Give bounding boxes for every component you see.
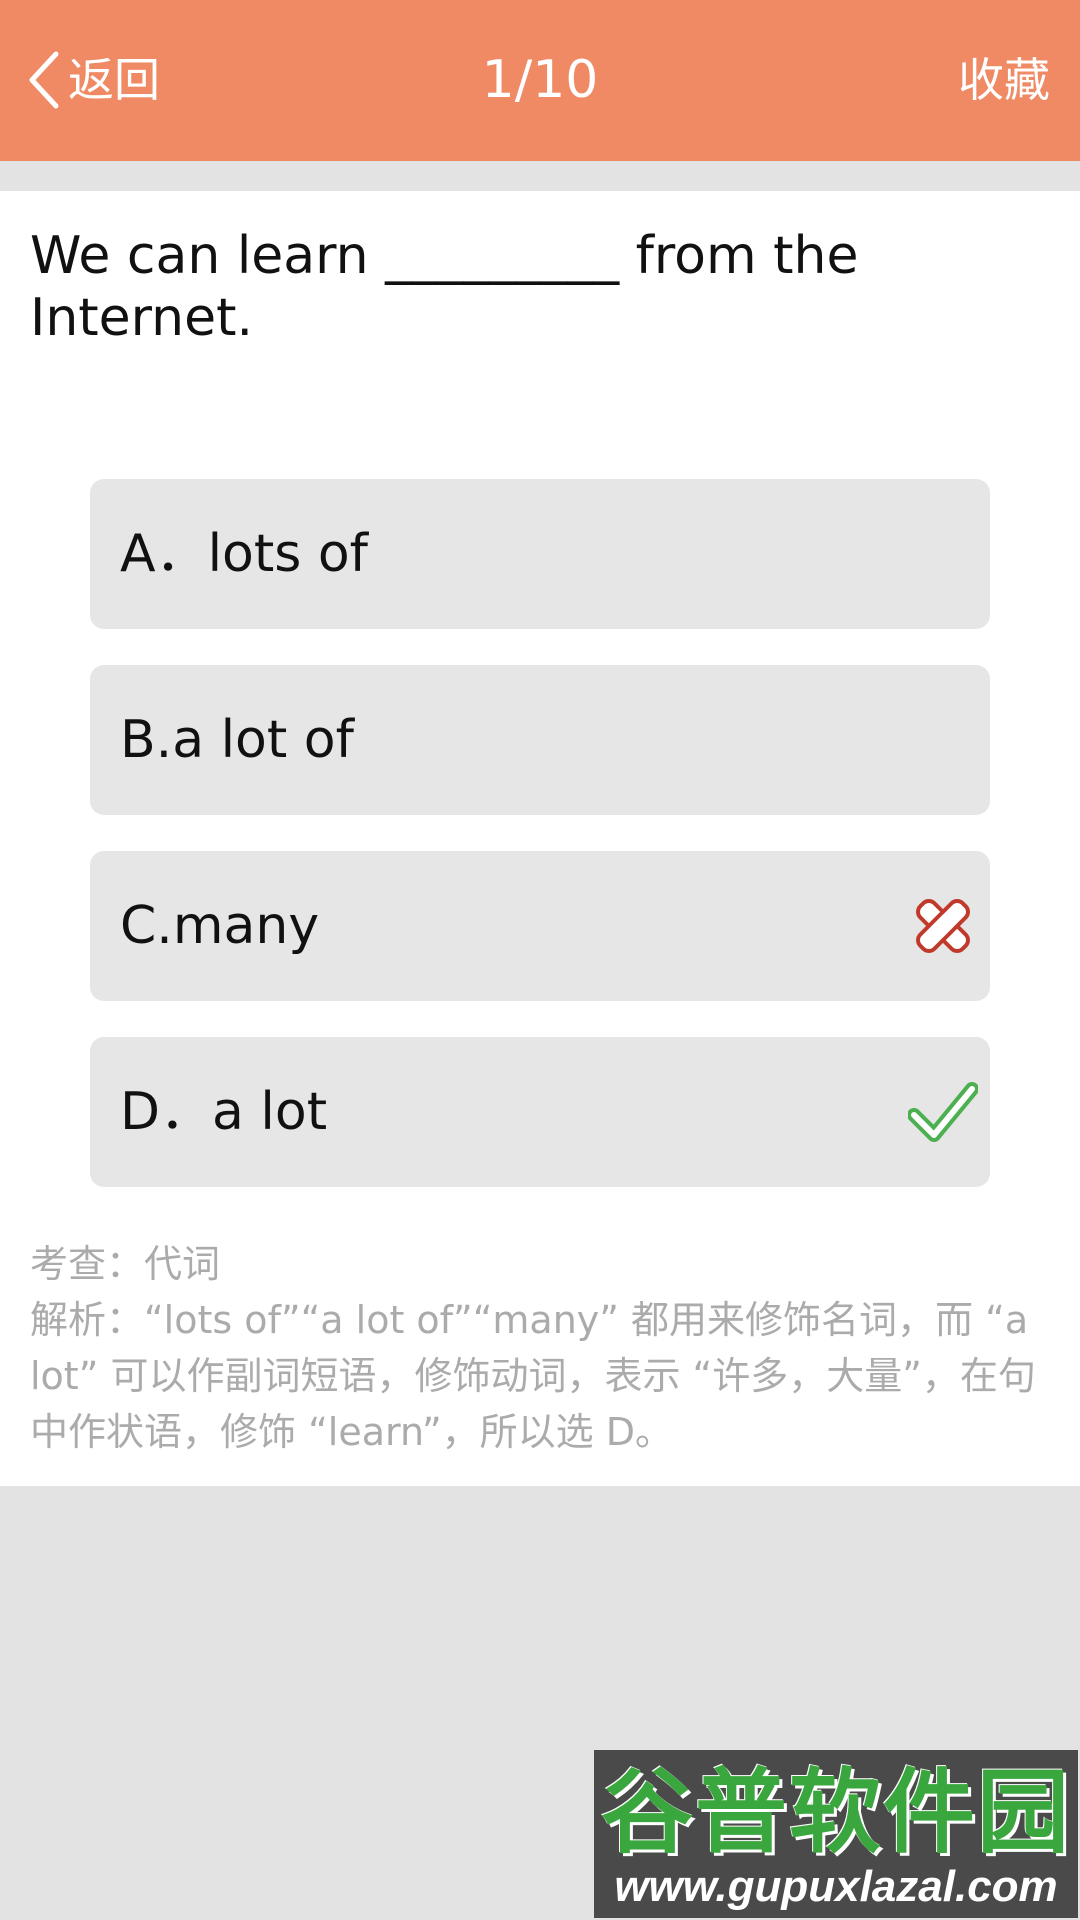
option-d[interactable]: D．a lot <box>90 1037 990 1187</box>
favorite-button[interactable]: 收藏 <box>958 45 1050 115</box>
analysis-explanation: 解析：“lots of”“a lot of”“many” 都用来修饰名词，而 “… <box>30 1298 1036 1454</box>
chevron-left-icon <box>29 51 59 109</box>
correct-icon <box>908 1082 978 1142</box>
watermark-title: 谷普软件园 <box>600 1759 1071 1866</box>
analysis-block: 考查：代词 解析：“lots of”“a lot of”“many” 都用来修饰… <box>30 1236 1050 1460</box>
option-a[interactable]: A．lots of <box>90 479 990 629</box>
question-progress: 1/10 <box>481 50 599 110</box>
watermark-url: www.gupuxlazal.com <box>614 1862 1058 1911</box>
option-label: D．a lot <box>120 1082 328 1142</box>
question-text: We can learn _________ from the Internet… <box>30 226 859 348</box>
option-label: B.a lot of <box>120 710 354 770</box>
option-c[interactable]: C.many <box>90 851 990 1001</box>
watermark-logo: 谷普软件园 www.gupuxlazal.com <box>594 1750 1078 1918</box>
option-label: A．lots of <box>120 524 368 584</box>
back-label: 返回 <box>68 53 160 107</box>
option-label: C.many <box>120 896 320 956</box>
top-bar: 返回 1/10 收藏 <box>0 0 1080 161</box>
analysis-topic: 考查：代词 <box>30 1242 221 1286</box>
option-b[interactable]: B.a lot of <box>90 665 990 815</box>
wrong-icon <box>916 899 970 953</box>
back-button[interactable]: 返回 <box>26 45 160 115</box>
